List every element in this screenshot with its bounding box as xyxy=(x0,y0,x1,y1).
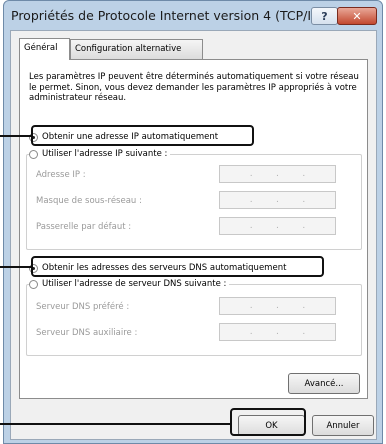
radio-unselected-icon xyxy=(29,279,38,289)
title-bar: Propriétés de Protocole Internet version… xyxy=(4,1,382,31)
dns-manual-radio[interactable]: Utiliser l'adresse de serveur DNS suivan… xyxy=(29,279,230,289)
subnet-mask-field[interactable]: ... xyxy=(219,191,336,209)
radio-unselected-icon xyxy=(29,149,38,159)
ip-auto-callout-line xyxy=(0,135,31,137)
ip-address-field[interactable]: ... xyxy=(219,165,336,183)
tab-alternate-config[interactable]: Configuration alternative xyxy=(70,39,203,59)
dialog-client: Général Configuration alternative Les pa… xyxy=(10,30,377,440)
default-gateway-field[interactable]: ... xyxy=(219,217,336,235)
dns-auto-highlight xyxy=(31,256,324,277)
window-title: Propriétés de Protocole Internet version… xyxy=(11,8,339,23)
tab-general[interactable]: Général xyxy=(19,38,70,60)
dns-manual-group xyxy=(26,284,362,356)
preferred-dns-field[interactable]: ... xyxy=(219,297,336,315)
alternate-dns-label: Serveur DNS auxiliaire : xyxy=(36,328,138,338)
cancel-button[interactable]: Annuler xyxy=(312,415,374,436)
ok-highlight xyxy=(230,408,306,436)
help-icon: ? xyxy=(321,9,328,23)
dns-auto-callout-line xyxy=(0,266,31,268)
close-icon: ✕ xyxy=(352,9,362,23)
ip-address-label: Adresse IP : xyxy=(36,170,86,180)
ip-auto-highlight xyxy=(31,125,254,146)
description-text: Les paramètres IP peuvent être déterminé… xyxy=(29,72,359,103)
preferred-dns-label: Serveur DNS préféré : xyxy=(36,302,130,312)
advanced-button[interactable]: Avancé... xyxy=(288,373,360,394)
general-panel: Les paramètres IP peuvent être déterminé… xyxy=(19,59,368,399)
default-gateway-label: Passerelle par défaut : xyxy=(36,222,132,232)
ip-manual-label: Utiliser l'adresse IP suivante : xyxy=(42,149,168,159)
alternate-dns-field[interactable]: ... xyxy=(219,323,336,341)
ok-callout-line xyxy=(0,423,230,425)
ip-manual-radio[interactable]: Utiliser l'adresse IP suivante : xyxy=(29,149,171,159)
dialog-window: Propriétés de Protocole Internet version… xyxy=(3,0,383,444)
dns-manual-label: Utiliser l'adresse de serveur DNS suivan… xyxy=(42,279,227,289)
help-button[interactable]: ? xyxy=(311,7,338,25)
subnet-mask-label: Masque de sous-réseau : xyxy=(36,196,142,206)
close-button[interactable]: ✕ xyxy=(337,7,377,25)
